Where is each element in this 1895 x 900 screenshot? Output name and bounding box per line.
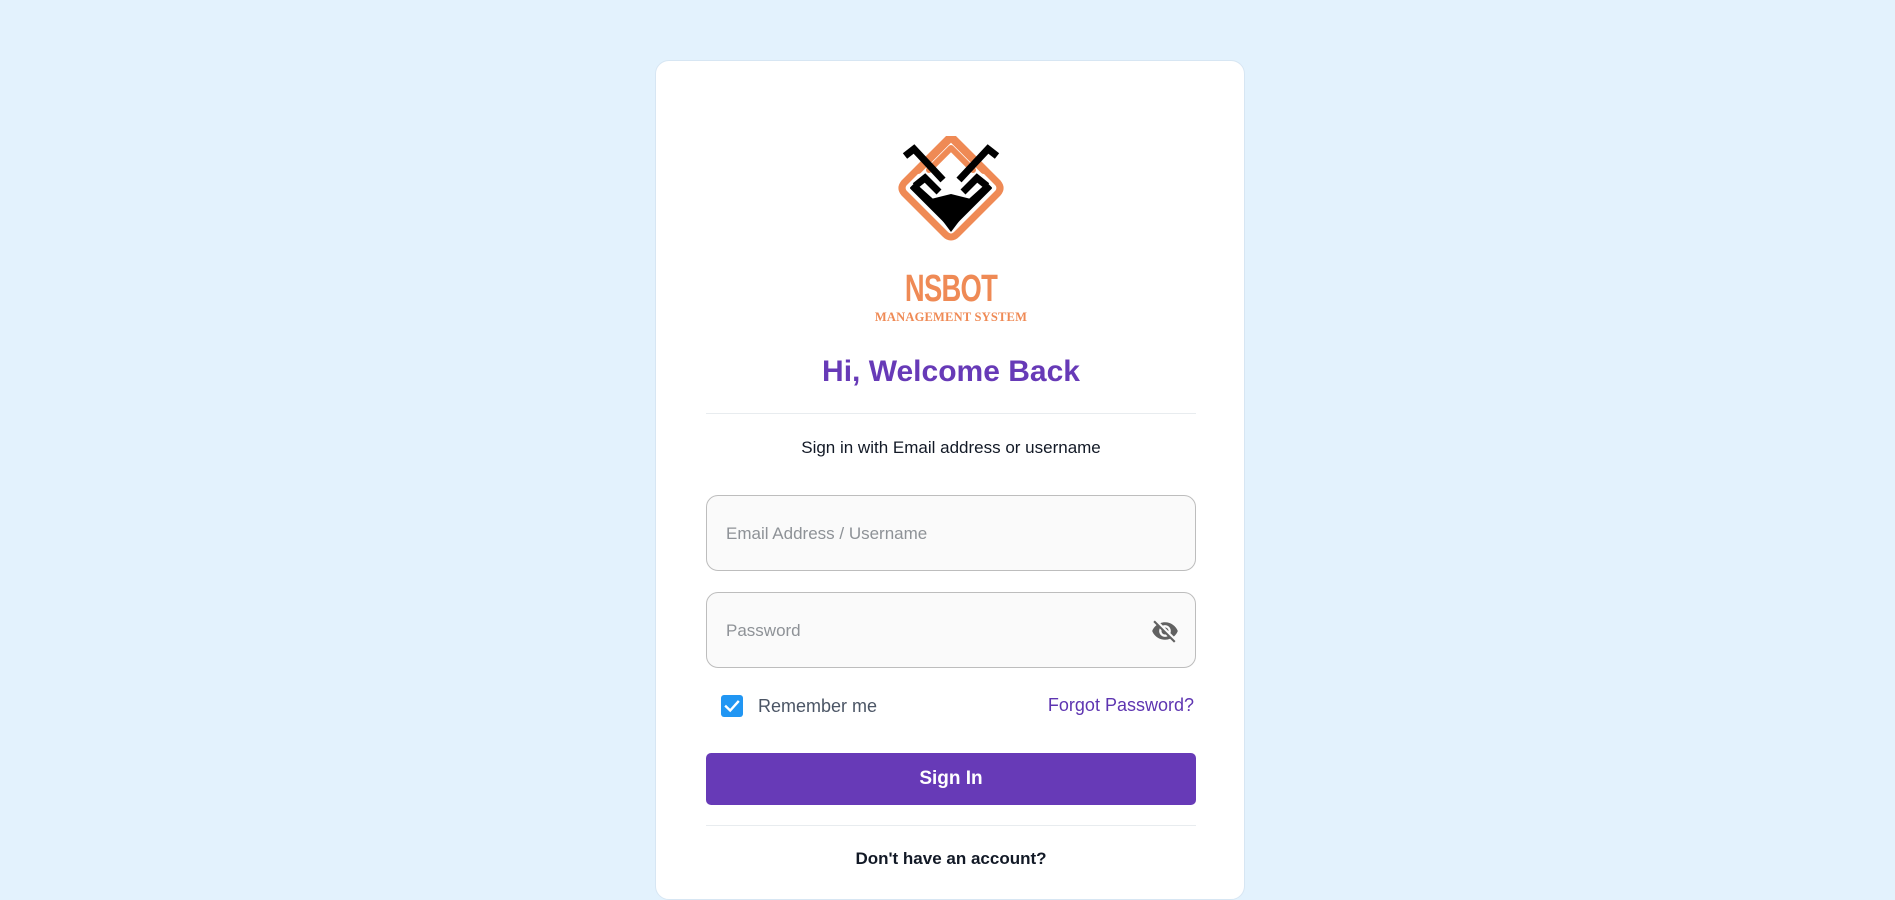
email-field[interactable] (706, 495, 1196, 572)
login-card: NSBOT MANAGEMENT SYSTEM Hi, Welcome Back… (655, 60, 1245, 900)
sign-in-button[interactable]: Sign In (706, 753, 1196, 805)
forgot-password-link[interactable]: Forgot Password? (1048, 695, 1194, 716)
password-input[interactable] (724, 593, 1148, 669)
check-icon (724, 700, 740, 713)
welcome-title: Hi, Welcome Back (822, 355, 1080, 388)
title-divider (706, 413, 1196, 414)
signin-subtitle: Sign in with Email address or username (801, 438, 1101, 457)
signup-prompt[interactable]: Don't have an account? (656, 849, 1246, 869)
footer-divider (706, 825, 1196, 826)
visibility-off-icon[interactable] (1151, 617, 1179, 645)
remember-me-checkbox[interactable] (721, 695, 743, 717)
brand-name: NSBOT (904, 268, 998, 310)
email-input[interactable] (724, 496, 1148, 572)
brand-tagline: MANAGEMENT SYSTEM (874, 310, 1028, 324)
password-field[interactable] (706, 592, 1196, 669)
remember-me-label[interactable]: Remember me (758, 696, 877, 717)
